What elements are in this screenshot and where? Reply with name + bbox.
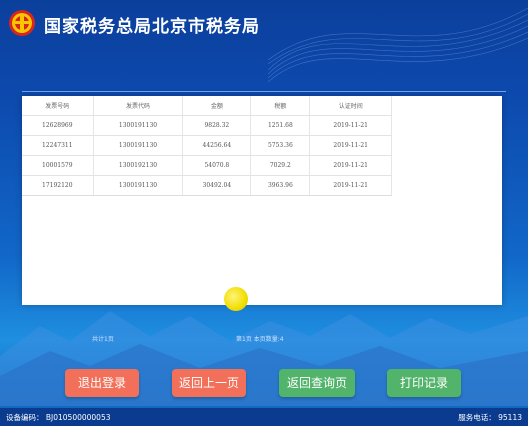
table-row[interactable]: 17192120 1300191130 30492.04 3963.96 201… (22, 175, 392, 196)
column-header: 金额 (182, 96, 252, 116)
service-hotline: 服务电话： 95113 (458, 413, 522, 422)
table-row[interactable]: 12628969 1300191130 9828.32 1251.68 2019… (22, 115, 392, 136)
tax-bureau-emblem-icon (9, 10, 35, 36)
amount-cell: 30492.04 (182, 175, 252, 196)
column-header: 税额 (250, 96, 311, 116)
tax-cell: 7029.2 (250, 155, 311, 176)
device-code: 设备编码： BJ010500000053 (6, 413, 111, 422)
amount-cell: 9828.32 (182, 115, 252, 136)
date-cell: 2019-11-21 (309, 135, 392, 156)
amount-cell: 44256.64 (182, 135, 252, 156)
divider (22, 91, 506, 92)
page-title: 国家税务总局北京市税务局 (44, 17, 260, 37)
table-row[interactable]: 12247311 1300191130 44256.64 5753.36 201… (22, 135, 392, 156)
column-header: 认证时间 (309, 96, 392, 116)
back-button[interactable]: 返回上一页 (172, 369, 246, 397)
invoice-panel: 发票号码 发票代码 金额 税额 认证时间 12628969 1300191130… (22, 96, 502, 305)
invoice-number-cell: 17192120 (22, 175, 94, 196)
pager-page: 第1页 本页数量:4 (236, 336, 284, 343)
date-cell: 2019-11-21 (309, 155, 392, 176)
invoice-code-cell: 1300191130 (93, 175, 184, 196)
invoice-code-cell: 1300192130 (93, 155, 184, 176)
tax-cell: 1251.68 (250, 115, 311, 136)
date-cell: 2019-11-21 (309, 175, 392, 196)
pager-total: 共计1页 (92, 336, 114, 343)
amount-cell: 54070.8 (182, 155, 252, 176)
print-button[interactable]: 打印记录 (387, 369, 461, 397)
invoice-number-cell: 12247311 (22, 135, 94, 156)
return-query-button[interactable]: 返回查询页 (279, 369, 355, 397)
table-row[interactable]: 10001579 1300192130 54070.8 7029.2 2019-… (22, 155, 392, 176)
invoice-number-cell: 12628969 (22, 115, 94, 136)
table-header-row: 发票号码 发票代码 金额 税额 认证时间 (22, 96, 392, 116)
app-header: 国家税务总局北京市税务局 (0, 0, 528, 46)
column-header: 发票号码 (22, 96, 94, 116)
column-header: 发票代码 (93, 96, 184, 116)
invoice-number-cell: 10001579 (22, 155, 94, 176)
tax-cell: 5753.36 (250, 135, 311, 156)
pointer-highlight (224, 287, 248, 311)
invoice-table: 发票号码 发票代码 金额 税额 认证时间 12628969 1300191130… (22, 96, 392, 196)
logout-button[interactable]: 退出登录 (65, 369, 139, 397)
tax-cell: 3963.96 (250, 175, 311, 196)
footer-bar: 设备编码： BJ010500000053 服务电话： 95113 (0, 408, 528, 426)
invoice-code-cell: 1300191130 (93, 115, 184, 136)
invoice-code-cell: 1300191130 (93, 135, 184, 156)
date-cell: 2019-11-21 (309, 115, 392, 136)
